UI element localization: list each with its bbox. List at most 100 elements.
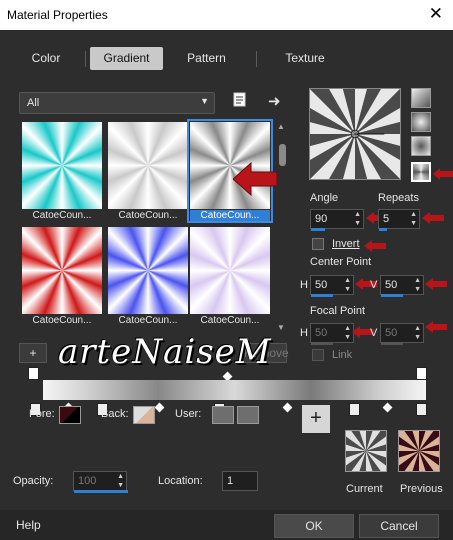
red-arrow-icon [425,321,447,333]
material-properties-dialog: Material Properties ✕ Color Gradient Pat… [0,0,453,540]
gradient-thumbnail [22,227,102,314]
fore-swatch[interactable] [59,406,81,424]
focal-v-value: 50 [385,327,398,339]
color-stop[interactable] [349,403,360,416]
color-midpoint[interactable] [282,402,293,413]
linear-style-button[interactable] [411,88,431,108]
gradient-tile[interactable]: CatoeCoun... [22,122,102,221]
gradient-caption: CatoeCoun... [118,315,178,326]
angle-input[interactable]: 90 ▲ ▼ [310,209,364,231]
spin-arrows-icon[interactable]: ▲ ▼ [344,324,351,342]
watermark-logo: arteNaiseM [58,332,272,372]
center-v-label: V [370,279,378,291]
repeats-slider[interactable] [379,228,387,231]
red-arrow-icon [233,161,277,197]
invert-checkbox[interactable] [312,238,324,250]
center-h-value: 50 [315,279,328,291]
opacity-input[interactable]: 100 ▲ ▼ [73,471,128,493]
invert-label: Invert [332,238,360,250]
spin-arrows-icon[interactable]: ▲ ▼ [414,324,421,342]
library-scrollbar[interactable]: ▲ ▼ [277,122,287,332]
gradient-tile[interactable]: CatoeCoun... [190,227,270,326]
color-midpoint[interactable] [154,402,165,413]
focal-h-input[interactable]: 50 ▲ ▼ [310,323,354,345]
gradient-caption: CatoeCoun... [200,315,260,326]
repeats-value: 5 [383,213,390,225]
title-bar: Material Properties ✕ [0,0,453,30]
transparency-stop-right[interactable] [416,367,427,380]
red-arrow-icon [433,168,453,180]
focal-v-input[interactable]: 50 ▲ ▼ [380,323,424,345]
scroll-up-icon[interactable]: ▲ [277,122,285,131]
red-arrow-icon [364,240,386,252]
close-icon[interactable]: ✕ [429,4,443,24]
radial-style-button[interactable] [411,136,431,156]
red-arrow-icon [422,212,444,224]
center-h-slider[interactable] [311,294,333,297]
location-label: Location: [158,475,203,487]
gradient-strip [43,380,426,400]
tab-color[interactable]: Color [10,47,82,70]
dialog-footer: Help OK Cancel [0,510,453,540]
ok-button[interactable]: OK [274,514,354,538]
gradient-caption: CatoeCoun... [32,315,92,326]
link-checkbox[interactable] [312,349,324,361]
opacity-value: 100 [78,475,97,487]
help-link[interactable]: Help [16,518,41,532]
tab-texture[interactable]: Texture [268,47,342,70]
spin-arrows-icon[interactable]: ▲ ▼ [410,210,417,228]
current-swatch[interactable] [345,430,387,472]
spin-arrows-icon[interactable]: ▲ ▼ [354,210,361,228]
color-stop[interactable] [416,403,427,416]
add-to-swatches-button[interactable]: + [302,405,330,433]
gradient-tile[interactable]: CatoeCoun... [22,227,102,326]
spin-arrows-icon[interactable]: ▲ ▼ [414,276,421,294]
center-point-label: Center Point [310,256,372,268]
rectangular-style-button[interactable] [411,112,431,132]
angle-label: Angle [310,192,339,204]
focal-h-value: 50 [315,327,328,339]
center-h-input[interactable]: 50 ▲ ▼ [310,275,354,297]
center-v-input[interactable]: 50 ▲ ▼ [380,275,424,297]
back-swatch[interactable] [133,406,155,424]
scroll-down-icon[interactable]: ▼ [277,323,285,332]
sunburst-style-button[interactable] [411,162,431,182]
focal-v-slider[interactable] [381,342,403,345]
back-label: Back: [101,408,129,420]
gradient-caption: CatoeCoun... [118,210,178,221]
center-h-label: H [300,279,308,291]
gradient-caption: CatoeCoun... [32,210,92,221]
gradient-caption: CatoeCoun... [190,210,270,221]
spin-arrows-icon[interactable]: ▲ ▼ [344,276,351,294]
current-label: Current [346,483,383,495]
cancel-button[interactable]: Cancel [359,514,439,538]
user-swatch-2[interactable] [237,406,259,424]
scroll-thumb[interactable] [279,144,286,166]
gradient-preview[interactable] [309,88,401,180]
gradient-thumbnail [22,122,102,209]
notes-icon[interactable] [233,92,247,111]
angle-slider[interactable] [311,228,325,231]
user-swatch-1[interactable] [212,406,234,424]
arrow-right-icon[interactable]: ➜ [268,92,281,110]
repeats-input[interactable]: 5 ▲ ▼ [378,209,420,231]
previous-swatch[interactable] [398,430,440,472]
tab-gradient[interactable]: Gradient [90,47,163,70]
focal-h-slider[interactable] [311,342,333,345]
transparency-stop-left[interactable] [28,367,39,380]
color-midpoint[interactable] [382,402,393,413]
gradient-editor-bar[interactable] [43,380,426,400]
category-dropdown[interactable]: All ▼ [19,92,215,114]
add-stop-button[interactable]: + [19,343,47,363]
gradient-tile[interactable]: CatoeCoun... [108,227,188,326]
tab-divider [256,51,257,67]
spin-arrows-icon[interactable]: ▲ ▼ [117,472,124,490]
gradient-tile[interactable]: CatoeCoun... [108,122,188,221]
user-label: User: [175,408,202,420]
gradient-thumbnail [190,227,270,314]
tab-pattern[interactable]: Pattern [170,47,243,70]
opacity-slider[interactable] [74,490,128,493]
center-v-slider[interactable] [381,294,403,297]
location-input[interactable]: 1 [222,471,258,491]
window-title: Material Properties [7,8,108,22]
